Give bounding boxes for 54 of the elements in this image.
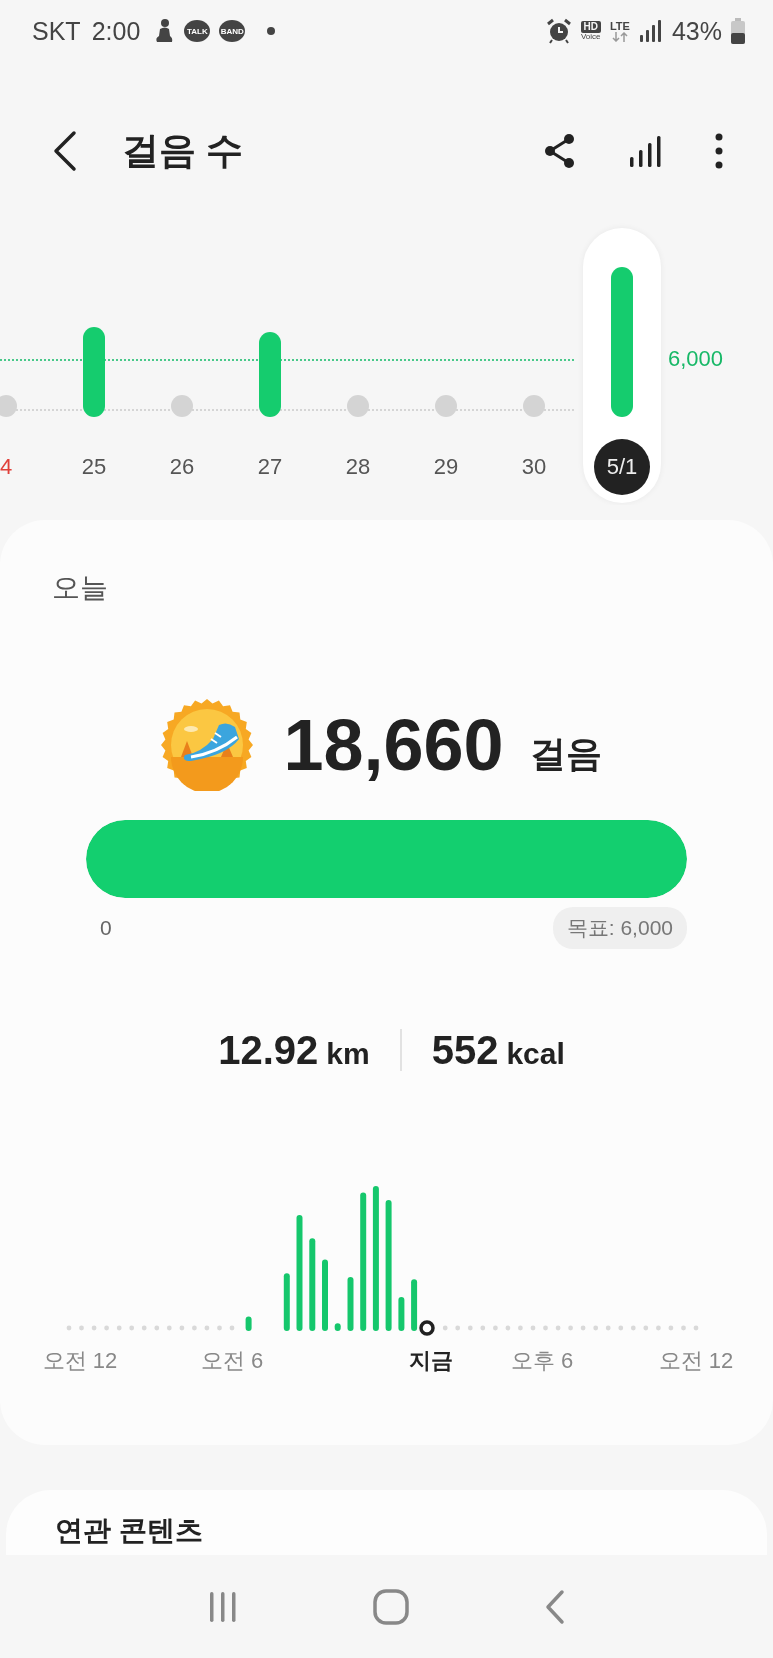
voice-label: Voice <box>580 33 601 41</box>
empty-day-dot[interactable] <box>347 395 369 417</box>
day-label[interactable]: 26 <box>154 439 210 495</box>
home-icon[interactable] <box>372 1588 409 1625</box>
step-count: 18,660 <box>283 704 504 786</box>
step-unit: 걸음 <box>529 731 602 776</box>
empty-day-dot[interactable] <box>0 395 17 417</box>
notification-badge: TALK <box>184 20 211 42</box>
bar-chart-icon[interactable] <box>629 135 663 167</box>
calories-unit: kcal <box>506 1036 565 1071</box>
distance-value: 12.92 <box>218 1027 319 1073</box>
time-axis-label: 오전 6 <box>200 1347 264 1375</box>
day-label[interactable]: 29 <box>418 439 474 495</box>
status-time: 2:00 <box>91 16 141 46</box>
step-bar[interactable] <box>83 327 105 417</box>
data-arrows-icon <box>609 31 630 42</box>
empty-day-dot[interactable] <box>171 395 193 417</box>
hd-badge: HD <box>580 21 601 33</box>
signal-icon <box>638 19 661 43</box>
goal-value-label: 6,000 <box>668 346 724 372</box>
day-label[interactable]: 27 <box>242 439 298 495</box>
day-label[interactable]: 30 <box>506 439 562 495</box>
empty-day-dot[interactable] <box>435 395 457 417</box>
page-title: 걸음 수 <box>122 129 245 173</box>
section-label: 오늘 <box>51 571 109 605</box>
time-axis-label: 지금 <box>409 1347 453 1375</box>
day-label[interactable]: 4 <box>0 439 34 495</box>
section-title: 연관 콘텐츠 <box>54 1514 204 1548</box>
battery-percent: 43% <box>671 16 722 46</box>
calories-value: 552 <box>431 1027 499 1073</box>
empty-day-dot[interactable] <box>523 395 545 417</box>
share-icon[interactable] <box>543 133 577 169</box>
back-nav-icon[interactable] <box>543 1588 566 1625</box>
time-axis-label: 오전 12 <box>42 1347 118 1375</box>
day-label[interactable]: 25 <box>66 439 122 495</box>
step-bar[interactable] <box>611 267 633 417</box>
back-icon[interactable] <box>52 130 78 172</box>
shoe-badge-icon <box>161 699 254 791</box>
goal-badge: 목표: 6,000 <box>552 907 687 949</box>
day-label[interactable]: 28 <box>330 439 386 495</box>
network-label: LTE <box>609 20 630 32</box>
distance-unit: km <box>326 1036 370 1071</box>
alarm-clock-icon <box>545 18 572 44</box>
carrier-name: SKT <box>32 16 81 46</box>
notification-badge: BAND <box>219 20 246 42</box>
time-axis-label: 오후 6 <box>510 1347 574 1375</box>
battery-icon <box>731 18 745 44</box>
recent-apps-icon[interactable] <box>207 1590 238 1623</box>
day-label[interactable]: 5/1 <box>594 439 650 495</box>
time-axis-label: 오전 12 <box>658 1347 734 1375</box>
more-options-icon[interactable] <box>715 133 723 169</box>
notification-dot-icon <box>266 26 277 36</box>
progress-min-label: 0 <box>100 916 112 940</box>
step-bar[interactable] <box>259 332 281 417</box>
